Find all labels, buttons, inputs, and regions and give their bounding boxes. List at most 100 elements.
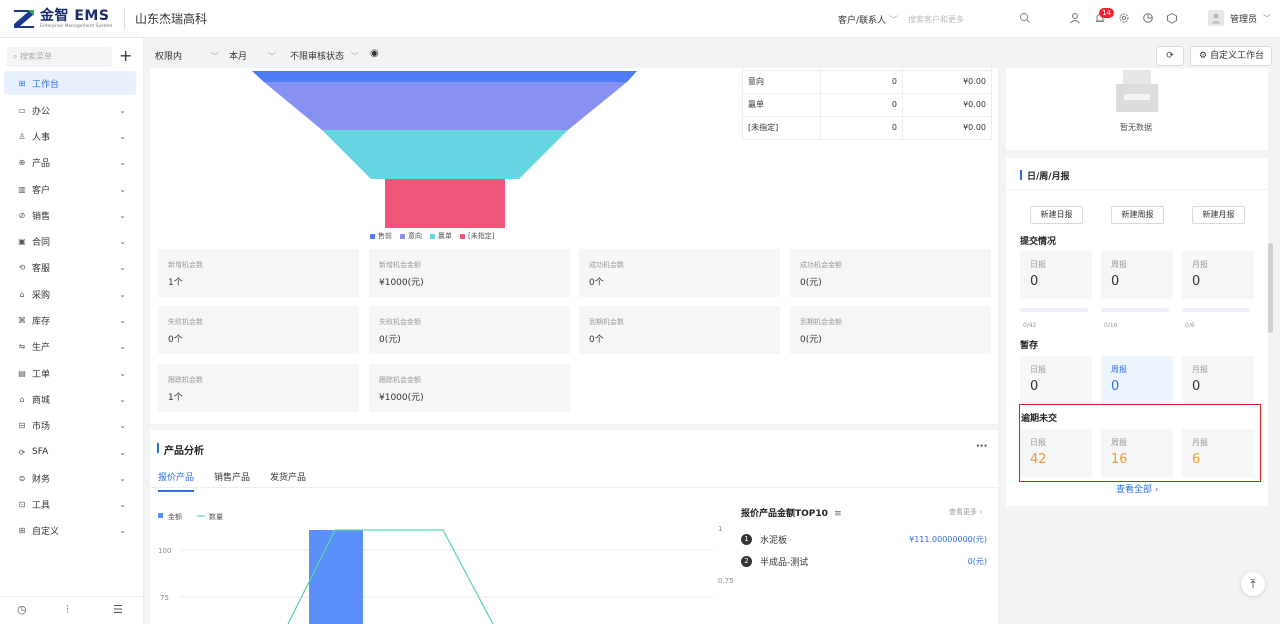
kpi-value: 0个 xyxy=(589,278,604,288)
new-weekly-report-button[interactable]: 新建周报 xyxy=(1111,206,1164,224)
sidebar-item[interactable]: ▥ 客户 ⌄ xyxy=(0,176,144,202)
filter-settings-icon[interactable]: ⫶ xyxy=(66,603,69,617)
sidebar-item[interactable]: ⊡ 工具 ⌄ xyxy=(0,491,144,517)
kpi-value: 1个 xyxy=(168,393,183,403)
legend-item[interactable]: 赢单 xyxy=(430,231,452,241)
draft-box[interactable]: 周报 0 xyxy=(1101,356,1173,404)
tab-1[interactable]: 报价产品 xyxy=(158,470,195,492)
bar-amount[interactable] xyxy=(309,530,363,624)
stage-stats-table: 意向 0 ¥0.00 赢单 0 ¥0.00 [未指定] 0 ¥0.00 xyxy=(742,59,992,140)
custom-workbench-button[interactable]: ⚙ 自定义工作台 xyxy=(1190,46,1272,66)
legend-item[interactable]: 售前 xyxy=(370,231,392,241)
table-row-partial xyxy=(742,59,992,71)
top10-more-link[interactable]: 查看更多 › xyxy=(949,507,982,517)
avatar xyxy=(1208,10,1224,26)
view-toggle-icon[interactable]: ◉ xyxy=(370,48,379,59)
new-daily-report-button[interactable]: 新建日报 xyxy=(1030,206,1083,224)
audit-status-select[interactable]: 不限审核状态 ﹀ xyxy=(290,49,359,62)
funnel-stage-intent[interactable] xyxy=(264,82,627,130)
search-icon[interactable] xyxy=(1019,12,1033,26)
menu-search-input[interactable]: ⌕ 搜索菜单 xyxy=(7,47,112,67)
sidebar-item-label: 产品 xyxy=(32,159,51,170)
see-all-link[interactable]: 查看全部 › xyxy=(1116,482,1158,495)
funnel-stage-won[interactable] xyxy=(322,130,568,179)
sort-icon[interactable]: ≡ xyxy=(834,509,842,519)
sidebar-item-label: 人事 xyxy=(32,132,51,143)
kpi-label: 成功机会金额 xyxy=(800,261,842,269)
sidebar-item-label: 工单 xyxy=(32,369,51,380)
sidebar-footer: ◷ ⫶ ☰ xyxy=(0,596,144,624)
refresh-button[interactable]: ⟳ xyxy=(1156,46,1184,66)
global-search-input[interactable]: 搜索客户和更多 xyxy=(908,14,964,25)
y-left-tick: 100 xyxy=(158,547,171,555)
sidebar-item[interactable]: ⟳ SFA ⌄ xyxy=(0,439,144,465)
sidebar-item-label: SFA xyxy=(32,447,49,457)
submit-box[interactable]: 月报 0 xyxy=(1182,251,1254,299)
sidebar-item[interactable]: ⊜ 财务 ⌄ xyxy=(0,465,144,491)
contacts-icon[interactable] xyxy=(1069,12,1083,26)
chart-legend: 金额 数量 xyxy=(158,512,223,521)
legend-label: 意向 xyxy=(408,232,422,240)
menu-icon: ▤ xyxy=(18,368,26,378)
chart-pie-icon[interactable] xyxy=(1142,12,1156,26)
sidebar-item[interactable]: ⊕ 产品 ⌄ xyxy=(0,150,144,176)
sidebar-item[interactable]: ♙ 人事 ⌄ xyxy=(0,123,144,149)
sidebar-item[interactable]: ▣ 合同 ⌄ xyxy=(0,228,144,254)
new-monthly-report-button[interactable]: 新建月报 xyxy=(1192,206,1245,224)
kpi-label: 失败机会金额 xyxy=(379,318,421,326)
sidebar-item[interactable]: ⊟ 市场 ⌄ xyxy=(0,413,144,439)
sidebar-item[interactable]: ⌘ 库存 ⌄ xyxy=(0,307,144,333)
draft-box[interactable]: 日报 0 xyxy=(1020,356,1092,404)
funnel-stage-presale[interactable] xyxy=(252,71,637,82)
scrollbar[interactable] xyxy=(1268,243,1273,333)
cube-icon[interactable] xyxy=(1166,12,1180,26)
tab-2[interactable]: 销售产品 xyxy=(214,470,250,492)
funnel-stage-unspecified[interactable] xyxy=(385,179,505,228)
sidebar-item-label: 商城 xyxy=(32,395,51,406)
chevron-down-icon: ⌄ xyxy=(119,316,126,326)
period-select[interactable]: 本月 ﹀ xyxy=(229,49,276,62)
draft-box[interactable]: 月报 0 xyxy=(1182,356,1254,404)
history-icon[interactable]: ◷ xyxy=(17,603,27,616)
top10-item[interactable]: 2 半成品-测试 xyxy=(741,555,808,568)
submit-box[interactable]: 周报 0 xyxy=(1101,251,1173,299)
more-options-icon[interactable]: ··· xyxy=(976,441,987,452)
back-to-top-button[interactable]: ⤒ xyxy=(1241,572,1265,596)
sidebar-item[interactable]: ⊘ 销售 ⌄ xyxy=(0,202,144,228)
kpi-label: 新增机会数 xyxy=(168,261,203,269)
sidebar-item[interactable]: ⇋ 生产 ⌄ xyxy=(0,334,144,360)
chevron-down-icon: ﹀ xyxy=(1263,13,1272,23)
legend-item[interactable]: [未指定] xyxy=(460,231,494,241)
sidebar-item[interactable]: ▤ 工单 ⌄ xyxy=(0,360,144,386)
tab-3[interactable]: 发货产品 xyxy=(270,470,306,492)
kpi-value: ¥1000(元) xyxy=(379,393,424,403)
sidebar-item[interactable]: ⊞ 工作台 xyxy=(4,71,136,95)
search-type-label: 客户/联系人 xyxy=(838,16,887,26)
sidebar-item[interactable]: ⌂ 采购 ⌄ xyxy=(0,281,144,307)
submit-box[interactable]: 日报 0 xyxy=(1020,251,1092,299)
sidebar-item[interactable]: ⊞ 自定义 ⌄ xyxy=(0,518,144,544)
submit-label: 日报 xyxy=(1030,260,1046,269)
gear-icon[interactable] xyxy=(1118,12,1132,26)
scope-select[interactable]: 权限内 ﹀ xyxy=(155,49,219,62)
kpi-value: 0(元) xyxy=(800,278,822,288)
menu-icon: ⊞ xyxy=(18,526,26,536)
add-menu-button[interactable]: + xyxy=(119,48,132,64)
submit-ratio: 0/42 xyxy=(1023,322,1037,329)
sidebar-item[interactable]: ▭ 办公 ⌄ xyxy=(0,97,144,123)
draft-label: 月报 xyxy=(1192,365,1208,374)
legend-swatch xyxy=(400,233,405,239)
legend-item[interactable]: 意向 xyxy=(400,231,422,241)
sidebar-item[interactable]: ⌂ 商城 ⌄ xyxy=(0,386,144,412)
kpi-card: 成功机会数 0个 xyxy=(579,249,780,297)
table-row: [未指定] 0 ¥0.00 xyxy=(742,115,992,140)
top10-item[interactable]: 1 水泥板 xyxy=(741,533,787,546)
app-logo[interactable]: 金智 EMS Enterprise Management System xyxy=(12,8,112,30)
sidebar-item[interactable]: ⟲ 客服 ⌄ xyxy=(0,255,144,281)
sidebar-item-label: 自定义 xyxy=(32,527,60,538)
search-type-select[interactable]: 客户/联系人 ﹀ xyxy=(838,13,898,26)
chevron-down-icon: ⌄ xyxy=(119,263,126,273)
submit-progress-bar xyxy=(1101,308,1169,312)
collapse-menu-icon[interactable]: ☰ xyxy=(113,603,123,616)
user-menu[interactable]: 管理员 ﹀ xyxy=(1208,10,1271,26)
